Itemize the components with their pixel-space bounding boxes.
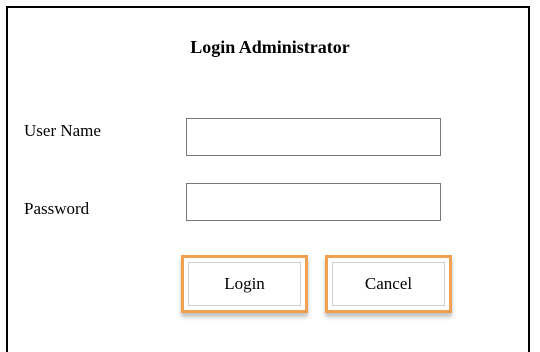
login-button[interactable]: Login bbox=[181, 255, 308, 313]
password-label: Password bbox=[24, 199, 90, 218]
cancel-button[interactable]: Cancel bbox=[325, 255, 452, 313]
password-input[interactable] bbox=[186, 183, 441, 221]
form-title: Login Administrator bbox=[190, 37, 350, 57]
cancel-button-label: Cancel bbox=[332, 262, 445, 306]
login-button-label: Login bbox=[188, 262, 301, 306]
username-input[interactable] bbox=[186, 118, 441, 156]
username-label: User Name bbox=[24, 121, 101, 140]
